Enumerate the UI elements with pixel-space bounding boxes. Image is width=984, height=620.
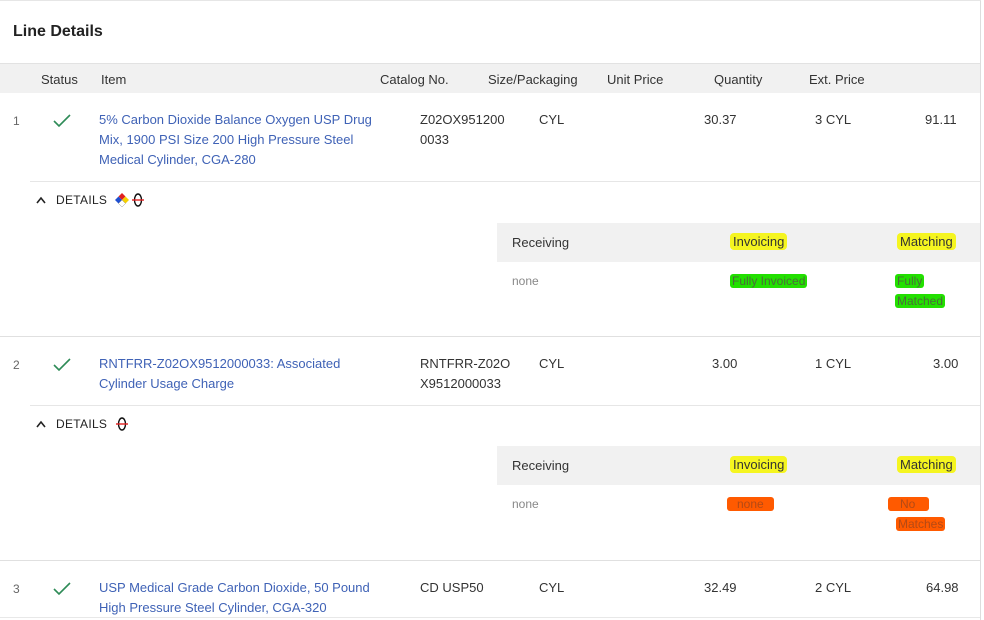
row-divider xyxy=(0,336,980,337)
item-link[interactable]: 5% Carbon Dioxide Balance Oxygen USP Dru… xyxy=(99,110,372,170)
col-unit-price: Unit Price xyxy=(607,72,664,87)
col-status: Status xyxy=(41,72,78,87)
line-details-panel: Line Details Status Item Catalog No. Siz… xyxy=(0,0,981,620)
row-divider xyxy=(0,560,980,561)
hazard-diamond-icon xyxy=(115,193,130,207)
unit-price: 32.49 xyxy=(704,580,737,595)
col-quantity: Quantity xyxy=(714,72,763,87)
size-packaging: CYL xyxy=(539,356,565,371)
hazard-icons xyxy=(115,417,129,431)
ext-price: 3.00 xyxy=(933,356,959,371)
receiving-label: Receiving xyxy=(512,458,570,473)
check-icon xyxy=(53,582,71,596)
ext-price: 91.11 xyxy=(925,112,957,127)
details-toggle[interactable]: DETAILS xyxy=(36,193,145,207)
invoicing-label: Invoicing xyxy=(730,456,788,473)
status-subheader: Receiving Invoicing Matching xyxy=(497,223,980,262)
chevron-up-icon xyxy=(36,196,46,204)
cylinder-icon xyxy=(132,193,145,207)
receiving-value: none xyxy=(512,274,539,288)
invoicing-label: Invoicing xyxy=(730,233,788,250)
invoicing-value: none xyxy=(727,497,774,511)
details-toggle[interactable]: DETAILS xyxy=(36,417,129,431)
item-link[interactable]: USP Medical Grade Carbon Dioxide, 50 Pou… xyxy=(99,578,370,618)
divider xyxy=(30,181,980,182)
quantity: 2 CYL xyxy=(815,580,852,595)
receiving-label: Receiving xyxy=(512,235,570,250)
col-item: Item xyxy=(101,72,127,87)
catalog-number: RNTFRR-Z02O X9512000033 xyxy=(420,356,511,391)
matching-label: Matching xyxy=(897,233,956,250)
matching-value: No Matches xyxy=(888,494,946,534)
ext-price: 64.98 xyxy=(926,580,959,595)
quantity: 1 CYL xyxy=(815,356,852,371)
panel-title: Line Details xyxy=(13,23,103,40)
unit-price: 30.37 xyxy=(704,112,737,127)
row-number: 2 xyxy=(13,358,20,372)
col-size: Size/Packaging xyxy=(488,72,578,87)
matching-value: Fully Matched xyxy=(895,274,946,308)
item-link[interactable]: RNTFRR-Z02OX9512000033: Associated Cylin… xyxy=(99,354,340,394)
invoicing-value: Fully Invoiced xyxy=(730,274,808,288)
matching-label: Matching xyxy=(897,456,956,473)
catalog-number: CD USP50 xyxy=(420,580,484,595)
check-icon xyxy=(53,358,71,372)
unit-price: 3.00 xyxy=(712,356,738,371)
col-catalog: Catalog No. xyxy=(380,72,449,87)
cylinder-icon xyxy=(116,417,129,431)
check-icon xyxy=(53,114,71,128)
col-ext-price: Ext. Price xyxy=(809,72,865,87)
hazard-icons xyxy=(115,193,145,207)
divider xyxy=(30,405,980,406)
bottom-divider xyxy=(0,617,980,618)
chevron-up-icon xyxy=(36,420,46,428)
row-number: 1 xyxy=(13,114,20,128)
quantity: 3 CYL xyxy=(815,112,852,127)
row-number: 3 xyxy=(13,582,20,596)
catalog-number: Z02OX951200 0033 xyxy=(420,112,505,147)
status-subheader: Receiving Invoicing Matching xyxy=(497,446,980,485)
size-packaging: CYL xyxy=(539,112,565,127)
size-packaging: CYL xyxy=(539,580,565,595)
details-label: DETAILS xyxy=(56,417,108,431)
table-header: Status Item Catalog No. Size/Packaging U… xyxy=(0,63,980,93)
receiving-value: none xyxy=(512,497,539,511)
details-label: DETAILS xyxy=(56,193,108,207)
